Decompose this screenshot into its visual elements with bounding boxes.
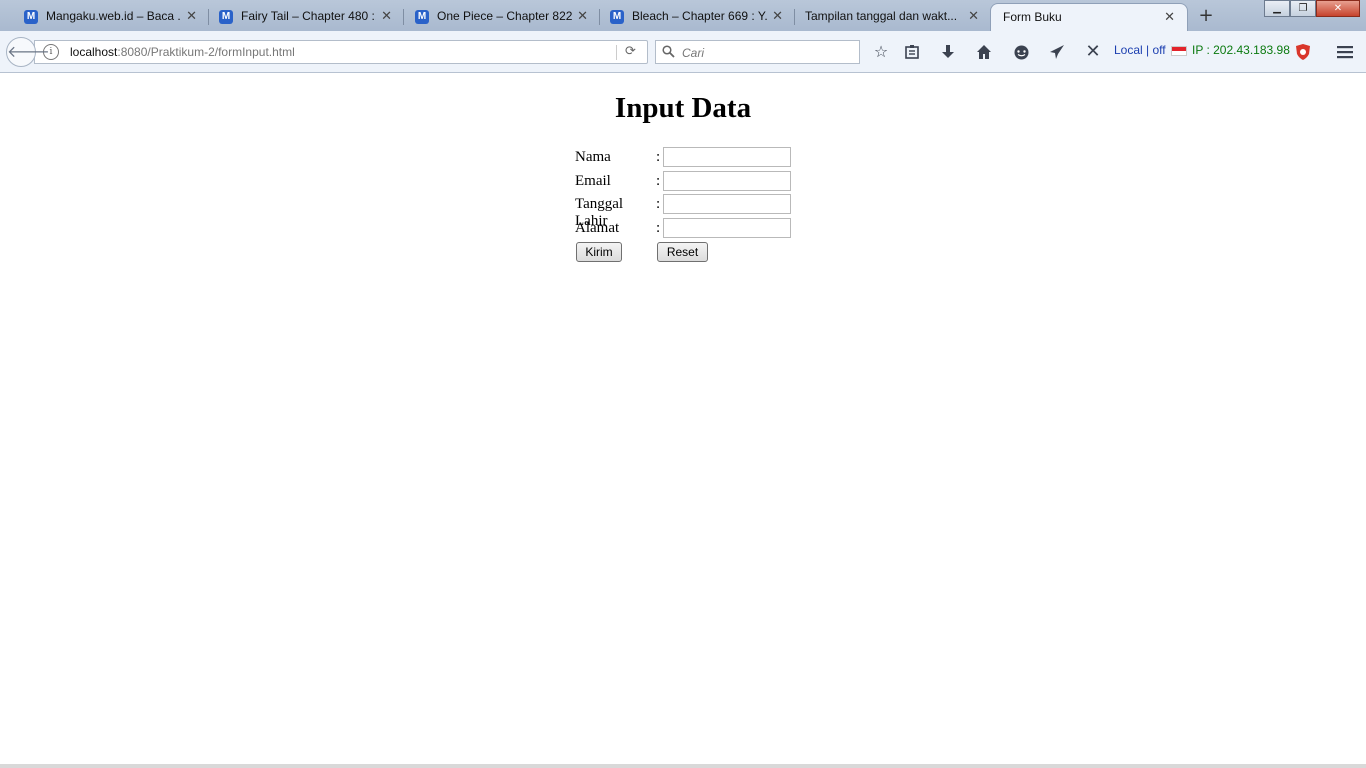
manga-favicon-icon: M (24, 10, 38, 24)
reload-icon[interactable]: ⟳ (625, 41, 636, 63)
nama-input[interactable] (663, 147, 791, 167)
navigation-bar: i localhost:8080/Praktikum-2/formInput.h… (0, 31, 1366, 73)
menu-icon[interactable] (1334, 41, 1356, 63)
reading-list-icon[interactable] (901, 41, 923, 63)
manga-favicon-icon: M (415, 10, 429, 24)
close-window-button[interactable]: ✕ (1316, 0, 1360, 17)
separator: : (656, 149, 661, 165)
kirim-button[interactable]: Kirim (576, 242, 622, 262)
chat-icon[interactable] (1010, 41, 1032, 63)
url-host: localhost (70, 45, 118, 59)
url-path: :8080/Praktikum-2/formInput.html (117, 45, 295, 59)
separator: : (656, 219, 661, 236)
tab-title: Fairy Tail – Chapter 480 :... (241, 9, 376, 23)
x-icon[interactable]: ✕ (1082, 41, 1104, 63)
separator: : (656, 196, 661, 213)
tab-title: Form Buku (1003, 10, 1062, 24)
tab-mangaku[interactable]: M Mangaku.web.id – Baca ... ✕ (0, 3, 209, 31)
nama-label: Nama (575, 149, 611, 165)
alamat-label: Alamat (575, 219, 620, 236)
search-bar[interactable] (655, 40, 860, 64)
tab-fairy-tail[interactable]: M Fairy Tail – Chapter 480 :... ✕ (195, 3, 404, 31)
tanggal-lahir-input[interactable] (663, 194, 791, 215)
tab-bleach[interactable]: M Bleach – Chapter 669 : Y... ✕ (586, 3, 795, 31)
tab-title: Bleach – Chapter 669 : Y... (632, 9, 767, 23)
send-icon[interactable] (1046, 41, 1068, 63)
minimize-button[interactable]: ▁ (1264, 0, 1290, 17)
back-button[interactable]: 🡐 (6, 37, 50, 67)
email-label: Email (575, 172, 611, 189)
alamat-input[interactable] (663, 217, 791, 238)
tab-one-piece[interactable]: M One Piece – Chapter 822... ✕ (391, 3, 600, 31)
back-arrow-icon: 🡐 (7, 42, 50, 61)
ip-address: IP : 202.43.183.98 (1192, 43, 1290, 57)
page-content: Input Data Nama : Email : Tanggal Lahir … (0, 73, 1366, 768)
url-bar[interactable]: i localhost:8080/Praktikum-2/formInput.h… (34, 40, 648, 64)
taskbar-edge (0, 764, 1366, 768)
email-input[interactable] (663, 170, 791, 191)
url-text[interactable]: localhost:8080/Praktikum-2/formInput.htm… (70, 41, 295, 63)
tab-title: One Piece – Chapter 822... (437, 9, 572, 23)
bookmark-star-icon[interactable]: ☆ (870, 41, 892, 63)
page-title: Input Data (614, 92, 752, 124)
maximize-button[interactable]: ❐ (1290, 0, 1316, 17)
flag-icon (1171, 46, 1187, 56)
separator: : (656, 172, 661, 189)
search-input[interactable] (680, 42, 854, 64)
home-icon[interactable] (973, 41, 995, 63)
local-status[interactable]: Local | off (1114, 43, 1166, 57)
new-tab-button[interactable]: + (1196, 4, 1216, 28)
window-controls: ▁ ❐ ✕ (1264, 0, 1360, 18)
tab-close-icon[interactable]: ✕ (1164, 4, 1175, 30)
download-icon[interactable] (937, 41, 959, 63)
tab-close-icon[interactable]: ✕ (968, 3, 979, 29)
search-icon (662, 45, 675, 58)
tab-title: Mangaku.web.id – Baca ... (46, 9, 181, 23)
shield-icon[interactable] (1292, 41, 1314, 63)
tab-strip: M Mangaku.web.id – Baca ... ✕ M Fairy Ta… (0, 0, 1366, 31)
tab-form-buku[interactable]: Form Buku ✕ (990, 3, 1188, 31)
manga-favicon-icon: M (610, 10, 624, 24)
tab-title: Tampilan tanggal dan wakt... (805, 9, 958, 23)
tab-tampilan[interactable]: Tampilan tanggal dan wakt... ✕ (782, 3, 991, 31)
reset-button[interactable]: Reset (657, 242, 708, 262)
manga-favicon-icon: M (219, 10, 233, 24)
